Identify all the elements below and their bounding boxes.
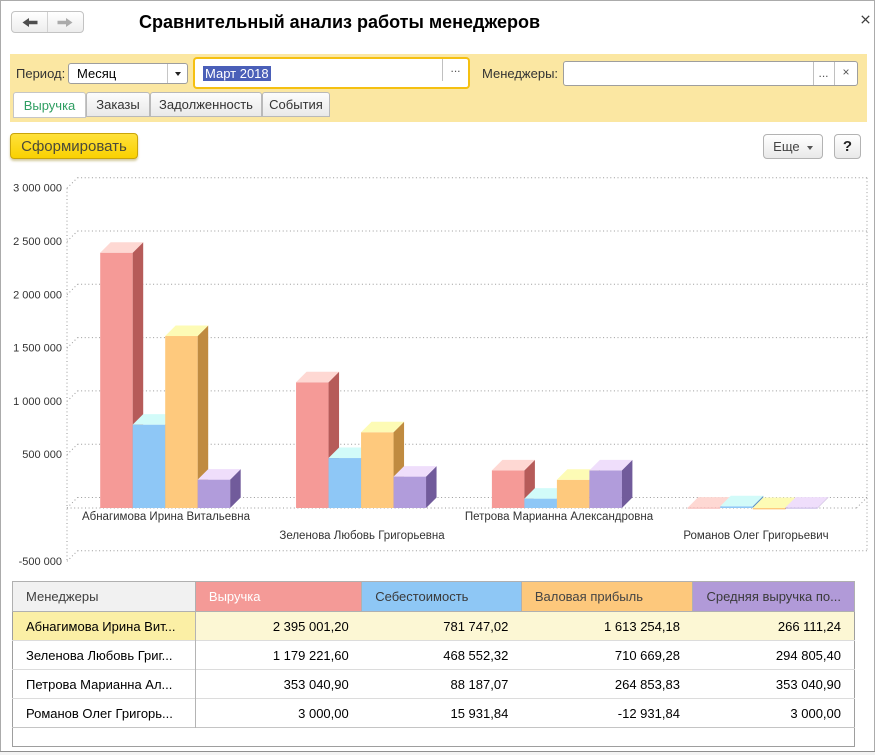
svg-text:2 000 000: 2 000 000: [13, 289, 62, 301]
svg-text:Абнагимова Ирина Витальевна: Абнагимова Ирина Витальевна: [82, 511, 251, 523]
svg-text:1 000 000: 1 000 000: [13, 396, 62, 408]
svg-text:Романов Олег Григорьевич: Романов Олег Григорьевич: [683, 530, 828, 542]
svg-text:1 500 000: 1 500 000: [13, 343, 62, 355]
svg-text:2 500 000: 2 500 000: [13, 236, 62, 248]
svg-text:-500 000: -500 000: [19, 556, 62, 568]
svg-text:500 000: 500 000: [22, 449, 62, 461]
svg-text:Зеленова Любовь Григорьевна: Зеленова Любовь Григорьевна: [279, 530, 445, 542]
svg-text:3 000 000: 3 000 000: [13, 183, 62, 195]
svg-text:Петрова Марианна Александровна: Петрова Марианна Александровна: [465, 511, 654, 523]
